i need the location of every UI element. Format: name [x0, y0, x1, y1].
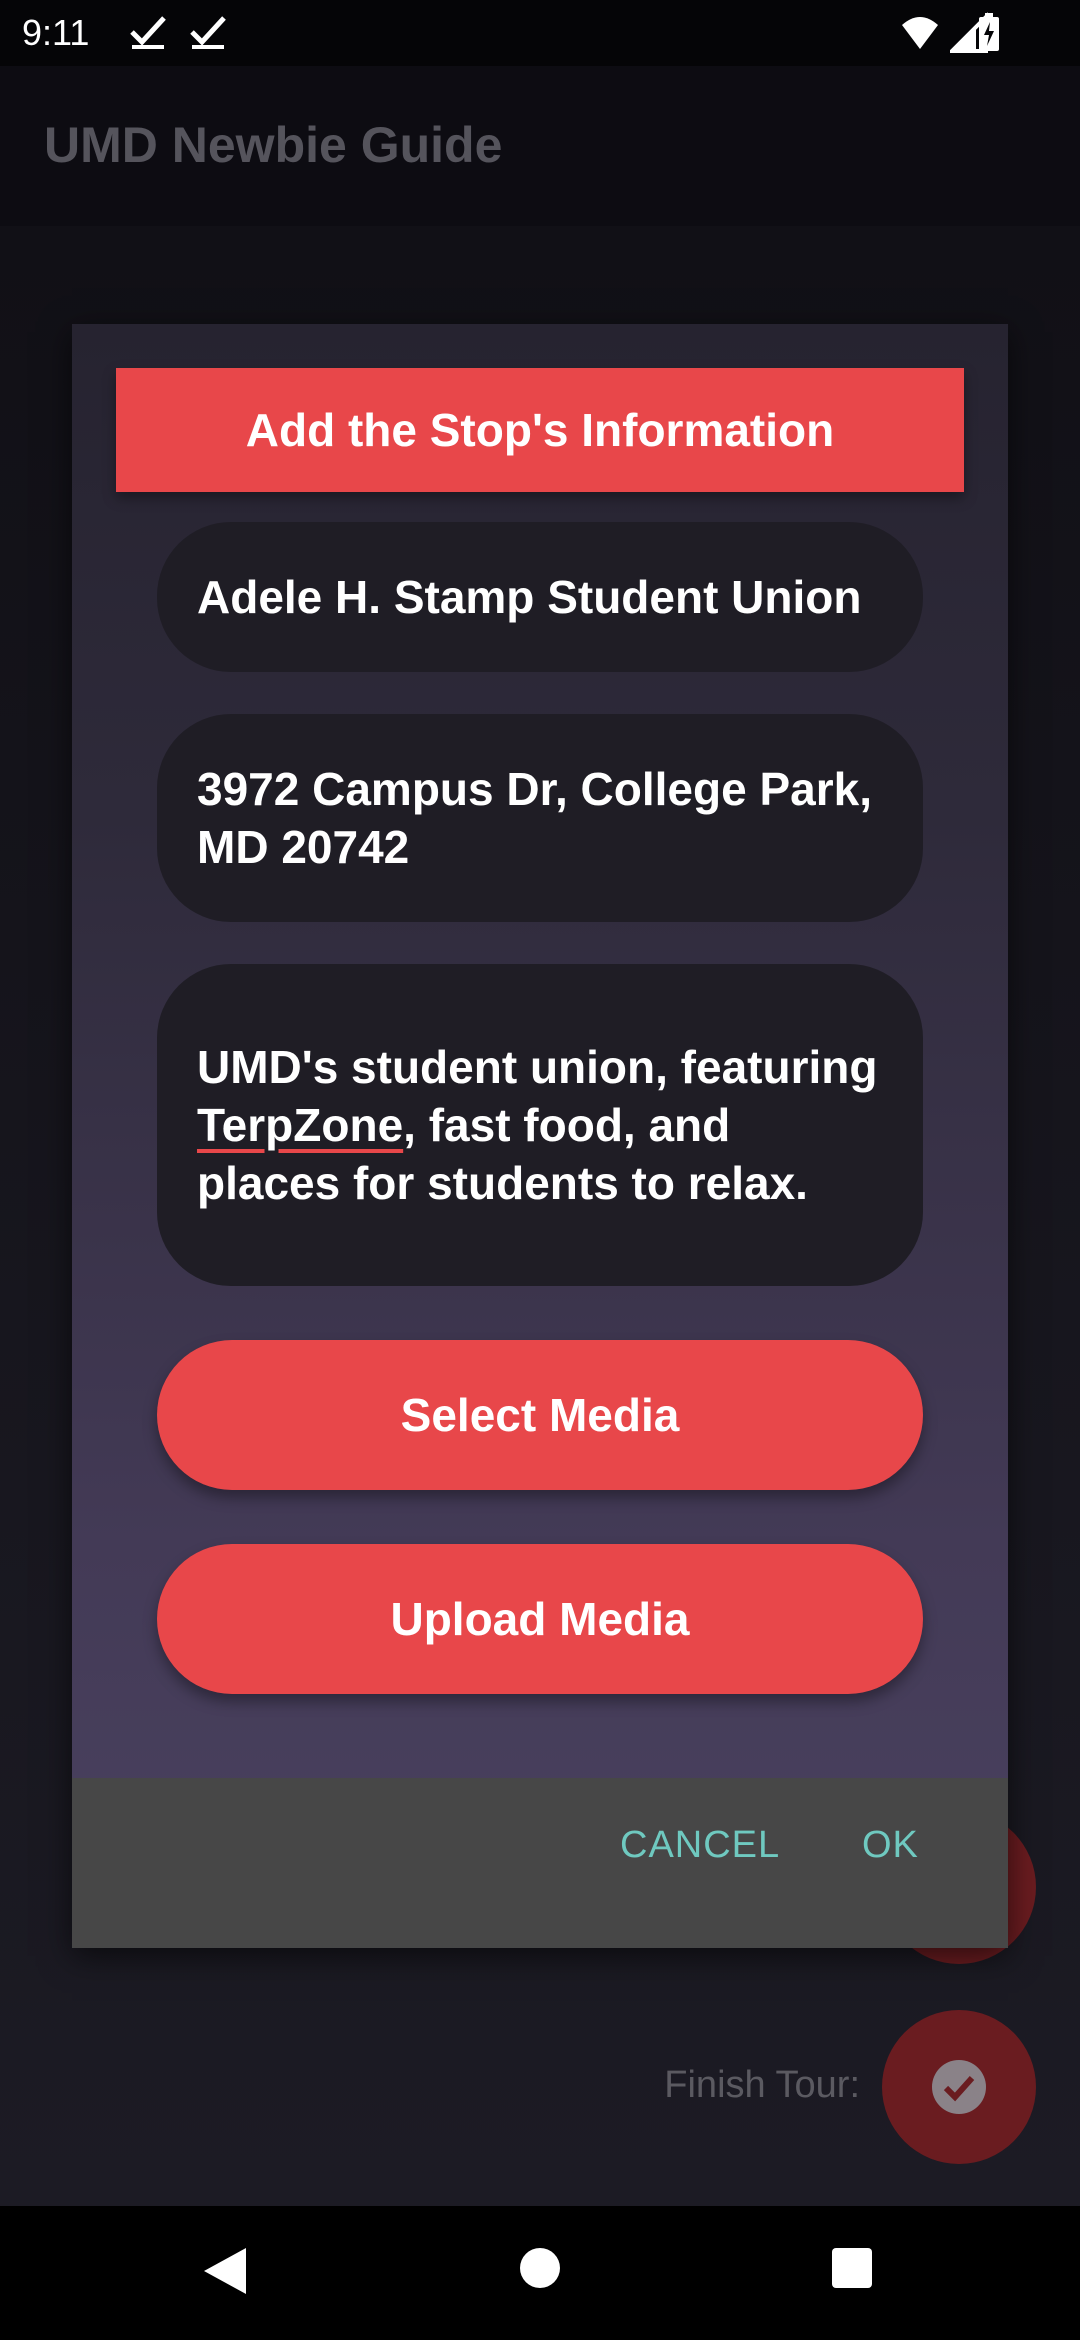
check-circle-icon — [932, 2060, 986, 2114]
check-icon — [190, 16, 226, 49]
wifi-icon — [902, 17, 938, 49]
status-bar: 9:11 — [0, 0, 1080, 66]
stop-description-value: UMD's student union, featuring TerpZone,… — [197, 1038, 883, 1212]
stop-address-field[interactable]: 3972 Campus Dr, College Park, MD 20742 — [157, 714, 923, 922]
add-stop-dialog: Add the Stop's Information Adele H. Stam… — [72, 324, 1008, 1948]
home-icon[interactable] — [518, 2246, 562, 2290]
cancel-button[interactable]: CANCEL — [620, 1824, 780, 1867]
ok-button[interactable]: OK — [862, 1824, 919, 1867]
check-icon — [130, 16, 166, 49]
stop-description-field[interactable]: UMD's student union, featuring TerpZone,… — [157, 964, 923, 1286]
recents-icon[interactable] — [830, 2246, 874, 2290]
status-time: 9:11 — [22, 12, 90, 53]
app-title: UMD Newbie Guide — [44, 117, 503, 173]
navigation-bar — [0, 2206, 1080, 2340]
back-icon[interactable] — [202, 2246, 248, 2296]
dialog-title: Add the Stop's Information — [116, 368, 964, 492]
stop-address-value: 3972 Campus Dr, College Park, MD 20742 — [197, 763, 872, 873]
spellcheck-word: TerpZone — [197, 1099, 404, 1151]
app-bar: UMD Newbie Guide — [0, 66, 1080, 226]
battery-icon — [979, 13, 999, 51]
upload-media-button[interactable]: Upload Media — [157, 1544, 923, 1694]
stop-name-value: Adele H. Stamp Student Union — [197, 571, 862, 623]
select-media-button[interactable]: Select Media — [157, 1340, 923, 1490]
screen: 9:11 UMD Newbie Guide Finish Tour: Add t… — [0, 0, 1080, 2340]
finish-tour-button[interactable] — [882, 2010, 1036, 2164]
description-text-start: UMD's student union, featuring — [197, 1041, 878, 1093]
stop-name-field[interactable]: Adele H. Stamp Student Union — [157, 522, 923, 672]
finish-tour-label: Finish Tour: — [664, 2064, 860, 2106]
dialog-actions: CANCEL OK — [72, 1778, 1008, 1948]
